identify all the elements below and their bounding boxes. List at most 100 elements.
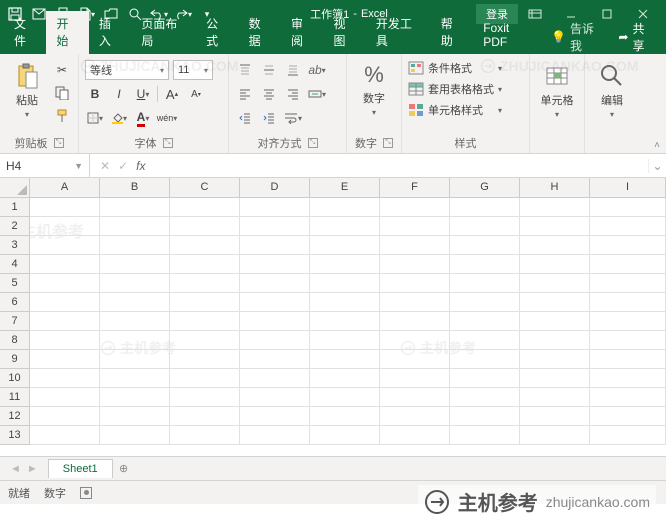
cell[interactable] (380, 350, 450, 369)
cell[interactable] (310, 274, 380, 293)
cell[interactable] (380, 407, 450, 426)
cells-button[interactable]: 单元格▾ (536, 58, 578, 119)
decrease-indent-button[interactable] (235, 108, 255, 128)
cell[interactable] (310, 388, 380, 407)
column-header[interactable]: B (100, 178, 170, 198)
cell[interactable] (100, 369, 170, 388)
cell[interactable] (240, 198, 310, 217)
macro-record-icon[interactable] (80, 487, 92, 499)
cell[interactable] (450, 236, 520, 255)
font-name-combo[interactable]: 等线▾ (85, 60, 169, 80)
tab-file[interactable]: 文件 (4, 11, 46, 54)
cell[interactable] (590, 407, 666, 426)
row-header[interactable]: 4 (0, 255, 30, 274)
font-color-button[interactable]: A▾ (133, 108, 153, 128)
cell[interactable] (380, 274, 450, 293)
cell[interactable] (100, 350, 170, 369)
cell[interactable] (240, 255, 310, 274)
share-button[interactable]: ➦共享 (610, 20, 662, 54)
cell[interactable] (30, 198, 100, 217)
editing-button[interactable]: 编辑▾ (591, 58, 633, 119)
increase-indent-button[interactable] (259, 108, 279, 128)
cell[interactable] (240, 331, 310, 350)
tab-layout[interactable]: 页面布局 (131, 11, 196, 54)
cell[interactable] (520, 369, 590, 388)
row-header[interactable]: 9 (0, 350, 30, 369)
number-format-button[interactable]: % 数字▾ (353, 58, 395, 117)
shrink-font-button[interactable]: A▾ (186, 84, 206, 104)
cell[interactable] (520, 293, 590, 312)
row-header[interactable]: 10 (0, 369, 30, 388)
cell-styles-button[interactable]: 单元格样式▾ (408, 102, 502, 118)
row-header[interactable]: 5 (0, 274, 30, 293)
align-bottom-button[interactable] (283, 60, 303, 80)
column-header[interactable]: I (590, 178, 666, 198)
orientation-button[interactable]: ab▾ (307, 60, 327, 80)
cell[interactable] (450, 198, 520, 217)
tell-me-search[interactable]: 💡告诉我 (543, 20, 610, 54)
cell[interactable] (100, 388, 170, 407)
conditional-format-button[interactable]: 条件格式▾ (408, 60, 502, 76)
cell[interactable] (170, 217, 240, 236)
tab-developer[interactable]: 开发工具 (366, 11, 431, 54)
cell[interactable] (590, 255, 666, 274)
cell[interactable] (170, 198, 240, 217)
cell[interactable] (170, 388, 240, 407)
cell[interactable] (520, 331, 590, 350)
cell[interactable] (30, 236, 100, 255)
cell[interactable] (240, 369, 310, 388)
cell[interactable] (450, 217, 520, 236)
cell[interactable] (240, 236, 310, 255)
cell[interactable] (590, 293, 666, 312)
cell[interactable] (380, 217, 450, 236)
bold-button[interactable]: B (85, 84, 105, 104)
dialog-launcher-icon[interactable]: ⤡ (383, 138, 393, 148)
cell[interactable] (30, 426, 100, 445)
cell[interactable] (380, 198, 450, 217)
row-header[interactable]: 13 (0, 426, 30, 445)
cell[interactable] (100, 255, 170, 274)
borders-button[interactable]: ▾ (85, 108, 105, 128)
cell[interactable] (590, 350, 666, 369)
cell[interactable] (310, 312, 380, 331)
cell[interactable] (310, 217, 380, 236)
cell[interactable] (170, 293, 240, 312)
cell[interactable] (240, 426, 310, 445)
row-header[interactable]: 11 (0, 388, 30, 407)
cell[interactable] (240, 217, 310, 236)
cell[interactable] (380, 236, 450, 255)
cell[interactable] (100, 198, 170, 217)
column-header[interactable]: A (30, 178, 100, 198)
cell[interactable] (240, 312, 310, 331)
cell[interactable] (590, 236, 666, 255)
sheet-next-icon[interactable]: ► (27, 463, 38, 475)
cell[interactable] (380, 312, 450, 331)
tab-review[interactable]: 审阅 (281, 11, 323, 54)
fx-icon[interactable]: fx (136, 159, 145, 173)
cell[interactable] (170, 331, 240, 350)
cell[interactable] (380, 388, 450, 407)
accept-formula-icon[interactable]: ✓ (118, 159, 128, 173)
cell[interactable] (100, 407, 170, 426)
cell[interactable] (520, 217, 590, 236)
collapse-ribbon-icon[interactable]: ˄ (654, 140, 660, 151)
cell[interactable] (170, 426, 240, 445)
cell[interactable] (450, 388, 520, 407)
chevron-down-icon[interactable]: ▼ (74, 161, 83, 171)
cell[interactable] (590, 312, 666, 331)
cell[interactable] (30, 350, 100, 369)
cell[interactable] (380, 426, 450, 445)
cell[interactable] (30, 274, 100, 293)
cell[interactable] (520, 255, 590, 274)
cell[interactable] (590, 274, 666, 293)
cell[interactable] (450, 350, 520, 369)
fill-color-button[interactable]: ▾ (109, 108, 129, 128)
cell[interactable] (30, 255, 100, 274)
align-middle-button[interactable] (259, 60, 279, 80)
align-right-button[interactable] (283, 84, 303, 104)
column-header[interactable]: D (240, 178, 310, 198)
italic-button[interactable]: I (109, 84, 129, 104)
row-header[interactable]: 8 (0, 331, 30, 350)
underline-button[interactable]: U▾ (133, 84, 153, 104)
phonetic-button[interactable]: wén▾ (157, 108, 177, 128)
